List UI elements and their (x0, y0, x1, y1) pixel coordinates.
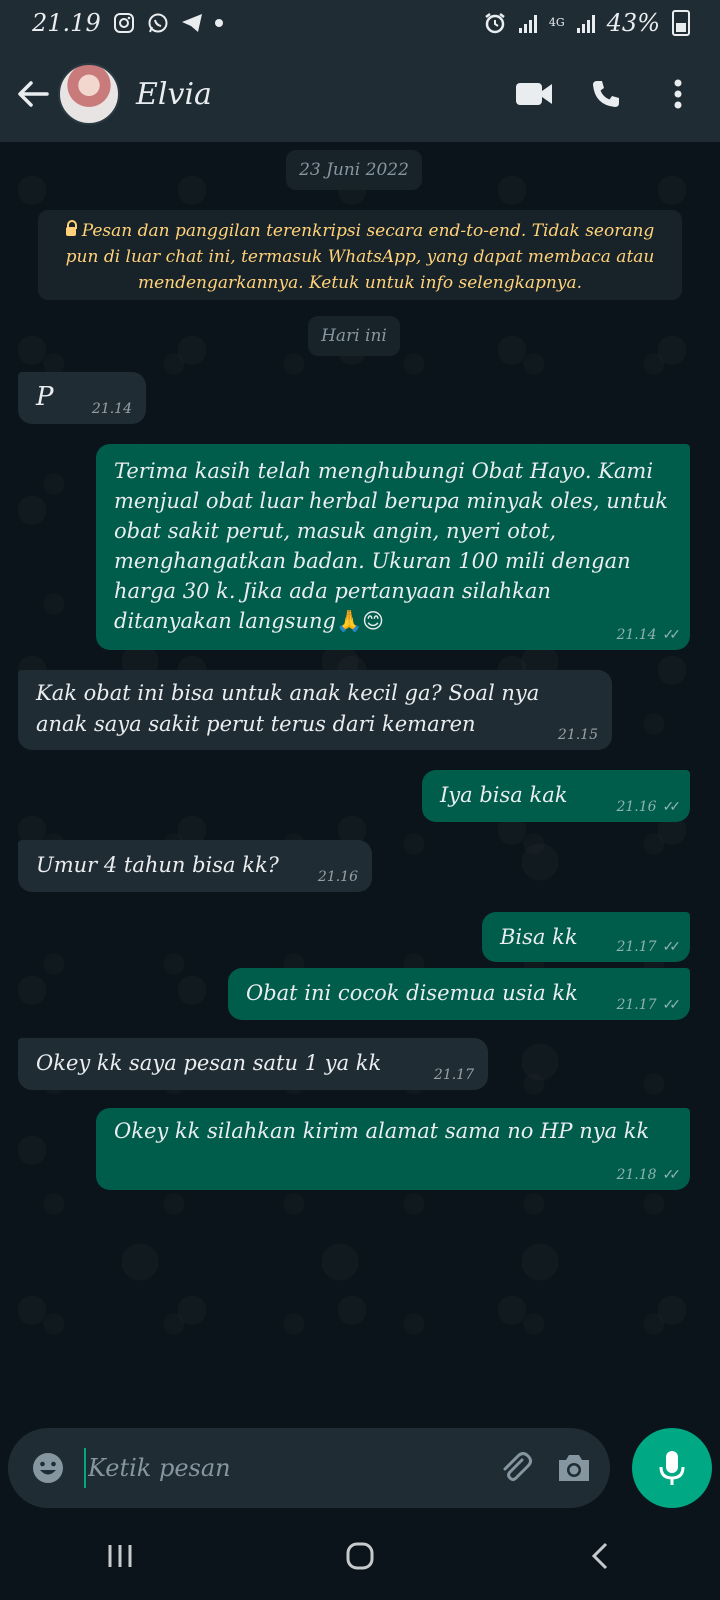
voice-record-button[interactable] (632, 1428, 712, 1508)
recent-apps-icon (108, 1545, 132, 1567)
emoji-button[interactable] (26, 1446, 70, 1490)
message-incoming[interactable]: P 21.14 (18, 372, 146, 424)
status-bar: 21.19 4G 43% (0, 0, 720, 46)
video-camera-icon (516, 83, 552, 105)
message-meta: 21.15 (558, 726, 598, 744)
system-nav-bar (0, 1512, 720, 1600)
network-type: 4G (548, 16, 565, 29)
message-time: 21.16 (317, 869, 358, 885)
alarm-icon (483, 11, 507, 35)
message-outgoing[interactable]: Iya bisa kak 21.16 ✓✓ (422, 770, 690, 822)
message-time: 21.14 (616, 627, 657, 643)
message-meta: 21.16 (318, 868, 358, 886)
message-input[interactable] (84, 1448, 480, 1488)
message-time: 21.17 (616, 997, 657, 1013)
message-meta: 21.17 ✓✓ (616, 938, 682, 956)
double-check-icon: ✓✓ (662, 997, 682, 1013)
message-text: Umur 4 tahun bisa kk? (36, 853, 279, 877)
contact-name[interactable]: Elvia (136, 77, 504, 112)
paperclip-icon (503, 1452, 532, 1481)
message-text: Terima kasih telah menghubungi Obat Hayo… (114, 459, 669, 633)
menu-button[interactable] (648, 64, 708, 124)
message-time: 21.14 (91, 401, 132, 417)
phone-icon (593, 81, 619, 107)
message-outgoing[interactable]: Bisa kk 21.17 ✓✓ (482, 912, 690, 962)
attach-button[interactable] (494, 1446, 538, 1490)
voice-call-button[interactable] (576, 64, 636, 124)
message-time: 21.15 (557, 727, 598, 743)
message-outgoing[interactable]: Obat ini cocok disemua usia kk 21.17 ✓✓ (228, 968, 690, 1020)
back-button[interactable] (8, 69, 58, 119)
status-right: 4G 43% (483, 9, 690, 37)
camera-button[interactable] (552, 1446, 596, 1490)
emoji-icon (33, 1453, 63, 1483)
double-check-icon: ✓✓ (662, 799, 682, 815)
double-check-icon: ✓✓ (662, 1167, 682, 1183)
back-arrow-icon (18, 81, 49, 107)
encryption-notice[interactable]: Pesan dan panggilan terenkripsi secara e… (38, 210, 682, 300)
lock-icon (65, 220, 77, 236)
home-button[interactable] (320, 1526, 400, 1586)
date-pill: 23 Juni 2022 (286, 150, 422, 190)
message-meta: 21.18 ✓✓ (616, 1166, 682, 1184)
status-time: 21.19 (32, 9, 101, 37)
message-outgoing[interactable]: Terima kasih telah menghubungi Obat Hayo… (96, 444, 690, 650)
message-text: Okey kk silahkan kirim alamat sama no HP… (114, 1119, 650, 1143)
battery-percent: 43% (606, 9, 660, 37)
encryption-notice-text: Pesan dan panggilan terenkripsi secara e… (65, 221, 655, 293)
message-incoming[interactable]: Okey kk saya pesan satu 1 ya kk 21.17 (18, 1038, 488, 1090)
today-pill: Hari ini (308, 316, 400, 356)
avatar[interactable] (58, 63, 120, 125)
message-meta: 21.16 ✓✓ (616, 798, 682, 816)
message-text: Bisa kk (500, 925, 578, 949)
message-meta: 21.17 (434, 1066, 474, 1084)
message-text: Okey kk saya pesan satu 1 ya kk (36, 1051, 382, 1075)
recent-apps-button[interactable] (80, 1526, 160, 1586)
message-time: 21.17 (433, 1067, 474, 1083)
battery-icon (672, 10, 690, 36)
home-icon (346, 1542, 374, 1570)
chat-header: Elvia (0, 46, 720, 142)
message-meta: 21.14 ✓✓ (616, 626, 682, 644)
message-text: Iya bisa kak (440, 783, 568, 807)
chat-area[interactable]: 23 Juni 2022 Pesan dan panggilan terenkr… (0, 142, 720, 1420)
message-time: 21.18 (616, 1167, 657, 1183)
message-text: Obat ini cocok disemua usia kk (246, 981, 578, 1005)
camera-icon (559, 1455, 589, 1481)
message-outgoing[interactable]: Okey kk silahkan kirim alamat sama no HP… (96, 1108, 690, 1190)
system-back-button[interactable] (560, 1526, 640, 1586)
signal-icon-2 (576, 13, 595, 33)
message-incoming[interactable]: Kak obat ini bisa untuk anak kecil ga? S… (18, 670, 612, 750)
chevron-left-icon (591, 1542, 608, 1570)
notification-dot-icon (214, 19, 223, 27)
telegram-icon (181, 13, 203, 33)
video-call-button[interactable] (504, 64, 564, 124)
message-composer (8, 1428, 610, 1508)
double-check-icon: ✓✓ (662, 627, 682, 643)
microphone-icon (659, 1451, 685, 1485)
message-text: P (36, 382, 54, 412)
double-check-icon: ✓✓ (662, 939, 682, 955)
message-meta: 21.14 (92, 400, 132, 418)
message-meta: 21.17 ✓✓ (616, 996, 682, 1014)
message-incoming[interactable]: Umur 4 tahun bisa kk? 21.16 (18, 840, 372, 892)
signal-icon (518, 13, 537, 33)
message-time: 21.16 (616, 799, 657, 815)
message-time: 21.17 (616, 939, 657, 955)
message-emoji: 🙏😊 (335, 609, 384, 633)
more-vert-icon (674, 79, 682, 109)
message-text: Kak obat ini bisa untuk anak kecil ga? S… (36, 681, 540, 736)
instagram-icon (113, 12, 135, 34)
whatsapp-icon (147, 12, 169, 34)
status-left: 21.19 (32, 9, 223, 37)
